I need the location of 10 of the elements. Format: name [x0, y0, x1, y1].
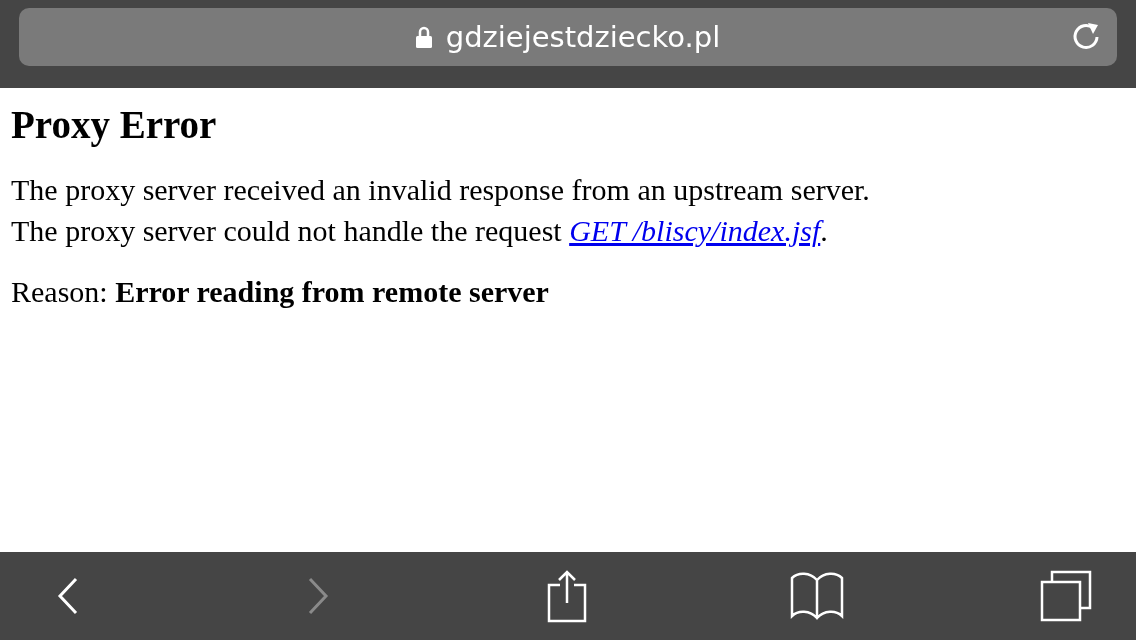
address-bar[interactable]: gdziejestdziecko.pl	[19, 8, 1117, 66]
share-icon	[547, 569, 587, 623]
page-heading: Proxy Error	[11, 104, 218, 147]
error-reason: Reason: Error reading from remote server	[11, 273, 550, 310]
error-message: The proxy server received an invalid response from an upstream server.	[11, 171, 871, 208]
error-message: The proxy server could not handle the request GET /bliscy/index.jsf.	[11, 212, 829, 249]
book-icon	[789, 572, 844, 620]
tabs-icon	[1040, 570, 1092, 622]
reload-icon[interactable]	[1071, 22, 1101, 52]
url-text: gdziejestdziecko.pl	[445, 20, 721, 54]
